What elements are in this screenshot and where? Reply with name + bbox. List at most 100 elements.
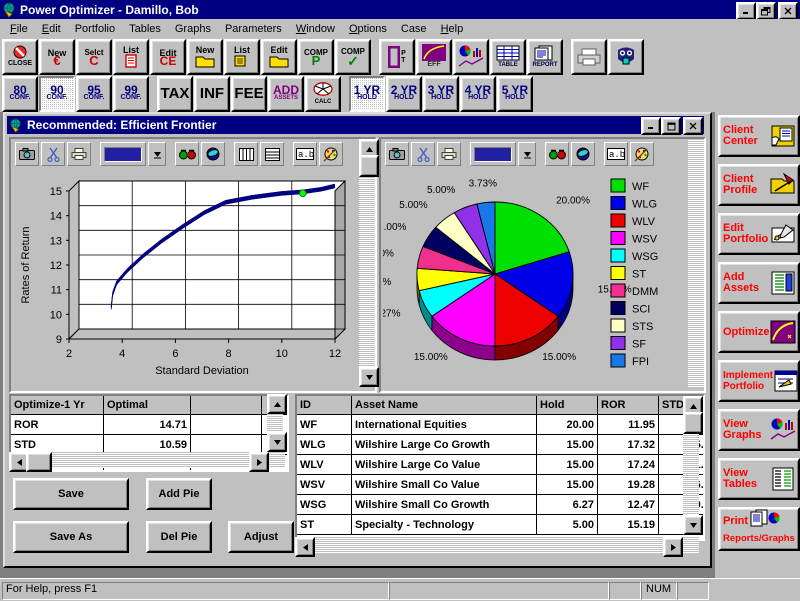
table-button[interactable]: TABLE	[490, 38, 526, 75]
print-icon[interactable]	[437, 142, 461, 166]
column-header[interactable]: Hold	[536, 396, 598, 415]
asset-scroll-left-button[interactable]	[295, 537, 315, 557]
optimize-grid-hscrollbar[interactable]	[9, 452, 285, 472]
close-button[interactable]	[778, 2, 798, 20]
horizontal-gridlines-icon[interactable]	[260, 142, 284, 166]
menu-window[interactable]: Window	[289, 21, 342, 37]
add-pie-button[interactable]: Add Pie	[146, 478, 212, 510]
help-owl-button[interactable]	[608, 38, 644, 75]
vertical-gridlines-icon[interactable]	[234, 142, 258, 166]
asset-scroll-thumb[interactable]	[683, 412, 703, 434]
optimize-scroll-up-button[interactable]	[267, 394, 287, 414]
view-3d-icon[interactable]	[175, 142, 199, 166]
color-swatch-dropdown[interactable]	[470, 142, 516, 166]
optimize-scroll-right-button[interactable]	[249, 452, 269, 472]
chevron-down-icon[interactable]	[518, 142, 536, 166]
asset-grid-vscrollbar[interactable]	[683, 396, 703, 535]
inflation-button[interactable]: INF	[194, 75, 230, 112]
fee-button[interactable]: FEE	[231, 75, 267, 112]
conf-80-button[interactable]: 80 CONF.	[2, 75, 38, 112]
optimize-hscroll-thumb[interactable]	[26, 452, 52, 472]
select-client-button[interactable]: Selct C	[76, 38, 112, 75]
column-header[interactable]: ROR	[597, 396, 659, 415]
menu-help[interactable]: Help	[434, 21, 471, 37]
list-client-button[interactable]: List	[113, 38, 149, 75]
column-header[interactable]: Asset Name	[351, 396, 537, 415]
new-case-button[interactable]: New	[187, 38, 223, 75]
graphs-button[interactable]	[453, 38, 489, 75]
color-palette-icon[interactable]	[319, 142, 343, 166]
table-row[interactable]: WLGWilshire Large Co Growth15.0017.3215.…	[297, 434, 703, 455]
hold-4yr-button[interactable]: 4 YR HOLD	[460, 75, 496, 112]
view-3d-icon[interactable]	[545, 142, 569, 166]
restore-button[interactable]	[756, 2, 776, 20]
asset-grid-hscrollbar[interactable]	[295, 537, 699, 557]
optimize-scroll-down-button[interactable]	[267, 432, 287, 452]
asset-table-grid[interactable]: ID Asset Name Hold ROR STD WF International Eq…	[295, 394, 705, 541]
sidebar-optimize[interactable]: Optimize	[718, 311, 800, 353]
text-label-icon[interactable]: a.b|	[293, 142, 317, 166]
asset-scroll-down-button[interactable]	[683, 515, 703, 535]
adjust-button[interactable]: Adjust	[228, 521, 294, 553]
sidebar-implement-portfolio[interactable]: Implement Portfolio	[718, 360, 800, 402]
column-header[interactable]: ID	[297, 396, 352, 415]
cut-icon[interactable]	[41, 142, 65, 166]
sidebar-view-tables[interactable]: View Tables	[718, 458, 800, 500]
new-client-button[interactable]: New €	[39, 38, 75, 75]
close-case-button[interactable]: CLOSE	[2, 38, 38, 75]
color-palette-icon[interactable]	[630, 142, 654, 166]
compute-p-button[interactable]: COMP P	[298, 38, 334, 75]
menu-graphs[interactable]: Graphs	[168, 21, 218, 37]
sidebar-add-assets[interactable]: Add Assets	[718, 262, 800, 304]
table-row[interactable]: WSVWilshire Small Co Value15.0019.2816.6…	[297, 474, 703, 495]
column-header[interactable]	[190, 396, 262, 415]
chevron-down-icon[interactable]	[148, 142, 166, 166]
calc-button[interactable]: CALC	[305, 75, 341, 112]
conf-95-button[interactable]: 95 CONF.	[76, 75, 112, 112]
table-row[interactable]: ROR 14.71	[11, 414, 287, 435]
report-button[interactable]: REPORT	[527, 38, 563, 75]
save-button[interactable]: Save	[13, 478, 129, 510]
column-header[interactable]: Optimal	[103, 396, 191, 415]
add-assets-button[interactable]: ADD ASSETS	[268, 75, 304, 112]
menu-tables[interactable]: Tables	[122, 21, 168, 37]
table-row[interactable]: STSpecialty - Technology5.0015.1917.63	[297, 514, 703, 535]
minimize-button[interactable]	[736, 2, 756, 20]
tax-button[interactable]: TAX	[157, 75, 193, 112]
sidebar-edit-portfolio[interactable]: Edit Portfolio	[718, 213, 800, 255]
child-minimize-button[interactable]	[641, 117, 661, 135]
sidebar-view-graphs[interactable]: View Graphs	[718, 409, 800, 451]
menu-parameters[interactable]: Parameters	[218, 21, 289, 37]
palette-shape-icon[interactable]	[201, 142, 225, 166]
child-maximize-button[interactable]	[661, 117, 681, 135]
hold-2yr-button[interactable]: 2 YR HOLD	[386, 75, 422, 112]
frontier-vscrollbar[interactable]	[359, 139, 379, 387]
pie-vscrollbar[interactable]	[688, 139, 704, 387]
table-row[interactable]: WLVWilshire Large Co Value15.0017.2411.7…	[297, 454, 703, 475]
menu-portfolio[interactable]: Portfolio	[68, 21, 122, 37]
conf-90-button[interactable]: 90 CONF.	[39, 75, 75, 112]
hold-5yr-button[interactable]: 5 YR HOLD	[497, 75, 533, 112]
table-row[interactable]: WFInternational Equities20.0011.9515.42	[297, 414, 703, 435]
hold-1yr-button[interactable]: 1 YR HOLD	[349, 75, 385, 112]
menu-options[interactable]: Options	[342, 21, 394, 37]
table-row[interactable]: WSGWilshire Small Co Growth6.2712.4719.9…	[297, 494, 703, 515]
palette-shape-icon[interactable]	[571, 142, 595, 166]
edit-client-button[interactable]: Edit CE	[150, 38, 186, 75]
conf-99-button[interactable]: 99 CONF.	[113, 75, 149, 112]
text-label-icon[interactable]: a.b|	[604, 142, 628, 166]
hold-3yr-button[interactable]: 3 YR HOLD	[423, 75, 459, 112]
print-button[interactable]	[571, 38, 607, 75]
snapshot-icon[interactable]	[15, 142, 39, 166]
column-header[interactable]: Optimize-1 Yr	[11, 396, 104, 415]
sidebar-print[interactable]: Print Reports/Graphs	[718, 507, 800, 551]
menu-file[interactable]: File	[3, 21, 35, 37]
asset-scroll-right-button[interactable]	[663, 537, 683, 557]
frontier-scroll-thumb[interactable]	[359, 155, 379, 177]
color-swatch-dropdown[interactable]	[100, 142, 146, 166]
cut-icon[interactable]	[411, 142, 435, 166]
print-icon[interactable]	[67, 142, 91, 166]
optimize-grid-vscrollbar[interactable]	[267, 394, 287, 452]
save-as-button[interactable]: Save As	[13, 521, 129, 553]
del-pie-button[interactable]: Del Pie	[146, 521, 212, 553]
